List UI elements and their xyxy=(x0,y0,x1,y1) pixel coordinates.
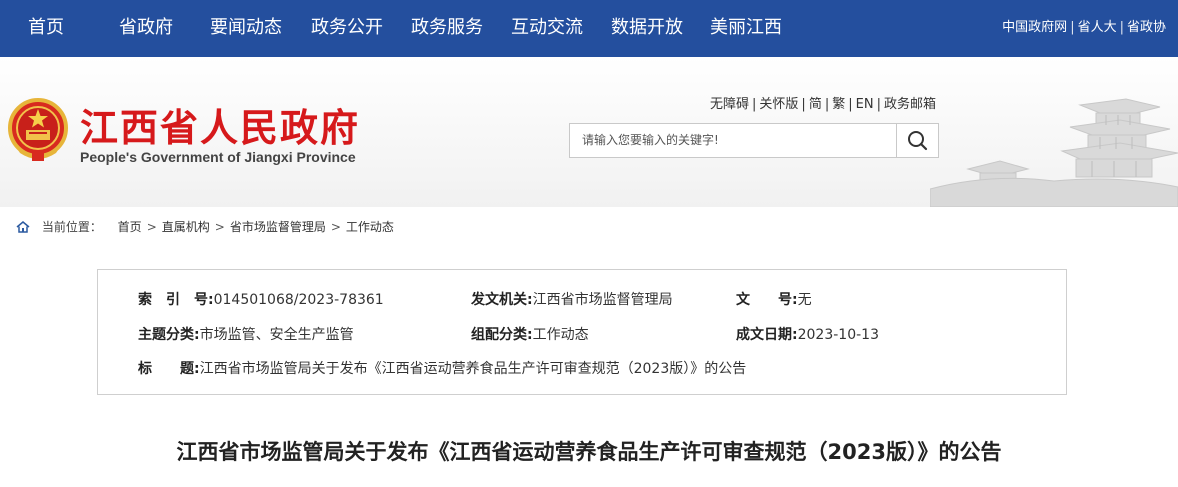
nav-item-government-affairs-public[interactable]: 政务公开 xyxy=(311,0,383,57)
breadcrumb-separator: > xyxy=(330,220,341,234)
breadcrumb-separator: > xyxy=(214,220,225,234)
nav-item-news[interactable]: 要闻动态 xyxy=(210,0,282,57)
title-field: 标 题:江西省市场监管局关于发布《江西省运动营养食品生产许可审查规范（2023版… xyxy=(138,358,746,378)
accessibility-links: 无障碍 | 关怀版 | 简 | 繁 | EN | 政务邮箱 xyxy=(710,93,936,112)
national-emblem-icon xyxy=(8,98,68,161)
link-provincial-cppcc[interactable]: 省政协 xyxy=(1127,20,1166,35)
title-label: 标 题: xyxy=(138,361,200,377)
top-external-links: 中国政府网 | 省人大 | 省政协 xyxy=(1002,16,1166,35)
written-date-field: 成文日期:2023-10-13 xyxy=(736,324,879,344)
link-government-mailbox[interactable]: 政务邮箱 xyxy=(884,97,936,112)
breadcrumb-item-direct-agencies[interactable]: 直属机构 xyxy=(162,220,210,234)
title-value: 江西省市场监管局关于发布《江西省运动营养食品生产许可审查规范（2023版）》的公… xyxy=(199,361,747,377)
nav-item-open-data[interactable]: 数据开放 xyxy=(611,0,683,57)
divider: | xyxy=(848,97,853,112)
assembly-category-field: 组配分类:工作动态 xyxy=(471,324,589,344)
top-nav-bar: 首页 省政府 要闻动态 政务公开 政务服务 互动交流 数据开放 美丽江西 中国政… xyxy=(0,0,1178,57)
search-input[interactable]: 请输入您要输入的关键字! xyxy=(582,124,719,157)
document-title: 江西省市场监管局关于发布《江西省运动营养食品生产许可审查规范（2023版）》的公… xyxy=(176,440,1002,464)
index-number-field: 索 引 号:014501068/2023-78361 xyxy=(138,289,384,309)
link-provincial-congress[interactable]: 省人大 xyxy=(1078,20,1117,35)
nav-item-home[interactable]: 首页 xyxy=(28,0,64,57)
divider: | xyxy=(1070,20,1075,35)
assembly-category-label: 组配分类: xyxy=(471,327,533,343)
document-info-box: 索 引 号:014501068/2023-78361 发文机关:江西省市场监督管… xyxy=(97,269,1067,395)
issuer-value: 江西省市场监督管理局 xyxy=(532,292,673,308)
nav-item-interaction[interactable]: 互动交流 xyxy=(511,0,583,57)
topic-category-field: 主题分类:市场监管、安全生产监管 xyxy=(138,324,354,344)
breadcrumb-label: 当前位置： xyxy=(41,220,102,234)
link-simplified-chinese[interactable]: 简 xyxy=(809,97,822,112)
divider: | xyxy=(752,97,757,112)
site-title[interactable]: 江西省人民政府 xyxy=(80,97,360,152)
written-date-value: 2023-10-13 xyxy=(797,327,879,343)
search-box: 请输入您要输入的关键字! xyxy=(569,123,939,158)
index-number-label: 索 引 号: xyxy=(138,292,214,308)
breadcrumb-item-market-regulation-bureau[interactable]: 省市场监督管理局 xyxy=(230,220,326,234)
link-accessibility[interactable]: 无障碍 xyxy=(710,97,749,112)
written-date-label: 成文日期: xyxy=(736,327,798,343)
topic-category-value: 市场监管、安全生产监管 xyxy=(199,327,354,343)
issuer-field: 发文机关:江西省市场监督管理局 xyxy=(471,289,673,309)
divider: | xyxy=(1119,20,1124,35)
home-icon xyxy=(16,221,30,233)
breadcrumb-separator: > xyxy=(146,220,157,234)
breadcrumb: 当前位置： 首页 > 直属机构 > 省市场监督管理局 > 工作动态 xyxy=(16,218,394,235)
breadcrumb-item-home[interactable]: 首页 xyxy=(118,220,142,234)
link-elderly-mode[interactable]: 关怀版 xyxy=(759,97,798,112)
document-number-field: 文 号:无 xyxy=(736,289,812,309)
nav-item-beautiful-jiangxi[interactable]: 美丽江西 xyxy=(710,0,782,57)
divider: | xyxy=(801,97,806,112)
issuer-label: 发文机关: xyxy=(471,292,533,308)
divider: | xyxy=(824,97,830,112)
assembly-category-value: 工作动态 xyxy=(532,327,589,343)
link-central-government[interactable]: 中国政府网 xyxy=(1002,20,1067,35)
link-english[interactable]: EN xyxy=(856,97,874,112)
nav-item-government-services[interactable]: 政务服务 xyxy=(411,0,483,57)
topic-category-label: 主题分类: xyxy=(138,327,200,343)
index-number-value: 014501068/2023-78361 xyxy=(213,292,384,308)
breadcrumb-item-work-news[interactable]: 工作动态 xyxy=(346,220,394,234)
site-header: 江西省人民政府 People's Government of Jiangxi P… xyxy=(0,57,1178,207)
divider: | xyxy=(876,97,881,112)
site-subtitle: People's Government of Jiangxi Province xyxy=(80,149,356,165)
document-number-label: 文 号: xyxy=(736,292,798,308)
link-traditional-chinese[interactable]: 繁 xyxy=(832,97,845,112)
document-number-value: 无 xyxy=(797,292,812,308)
pagoda-illustration xyxy=(930,98,1178,207)
nav-item-provincial-government[interactable]: 省政府 xyxy=(119,0,173,57)
